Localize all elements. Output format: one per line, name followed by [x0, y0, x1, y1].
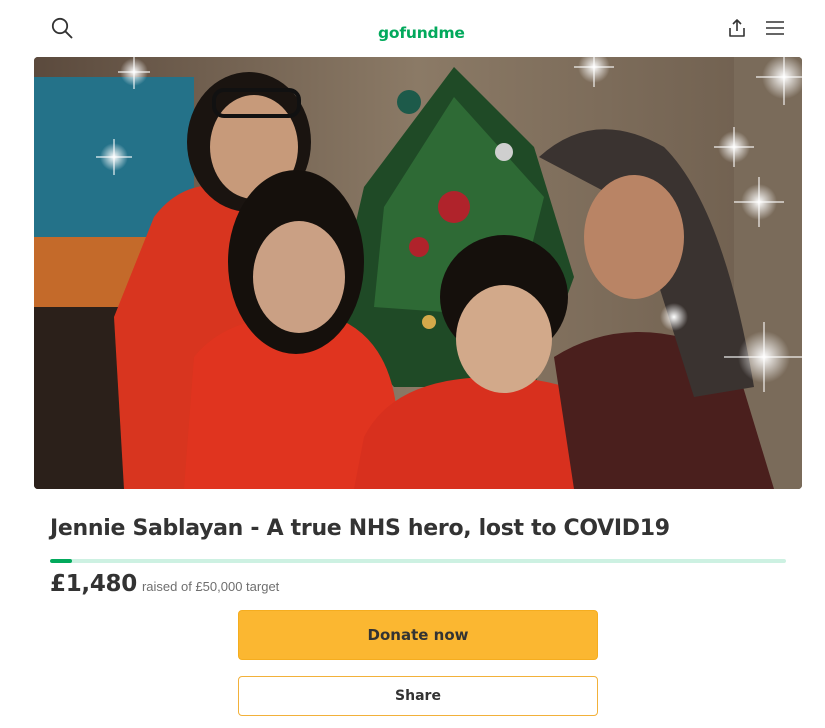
funding-summary: £1,480 raised of £50,000 target [50, 571, 279, 597]
raised-amount: £1,480 [50, 571, 137, 597]
logo-wordmark: gofundme [378, 23, 465, 42]
donate-now-button[interactable]: Donate now [238, 610, 598, 660]
campaign-hero-image [34, 57, 802, 489]
top-nav-bar: gofundme [0, 0, 825, 57]
gofundme-logo[interactable]: gofundme [378, 14, 465, 44]
campaign-title: Jennie Sablayan - A true NHS hero, lost … [50, 516, 670, 541]
target-text: raised of £50,000 target [141, 579, 280, 594]
share-button[interactable]: Share [238, 676, 598, 716]
family-photo [34, 57, 802, 489]
search-icon[interactable] [48, 14, 76, 42]
funding-progress-bar [50, 559, 786, 563]
share-upload-icon[interactable] [723, 14, 751, 42]
hamburger-menu-icon[interactable] [761, 14, 789, 42]
funding-progress-fill [50, 559, 72, 563]
